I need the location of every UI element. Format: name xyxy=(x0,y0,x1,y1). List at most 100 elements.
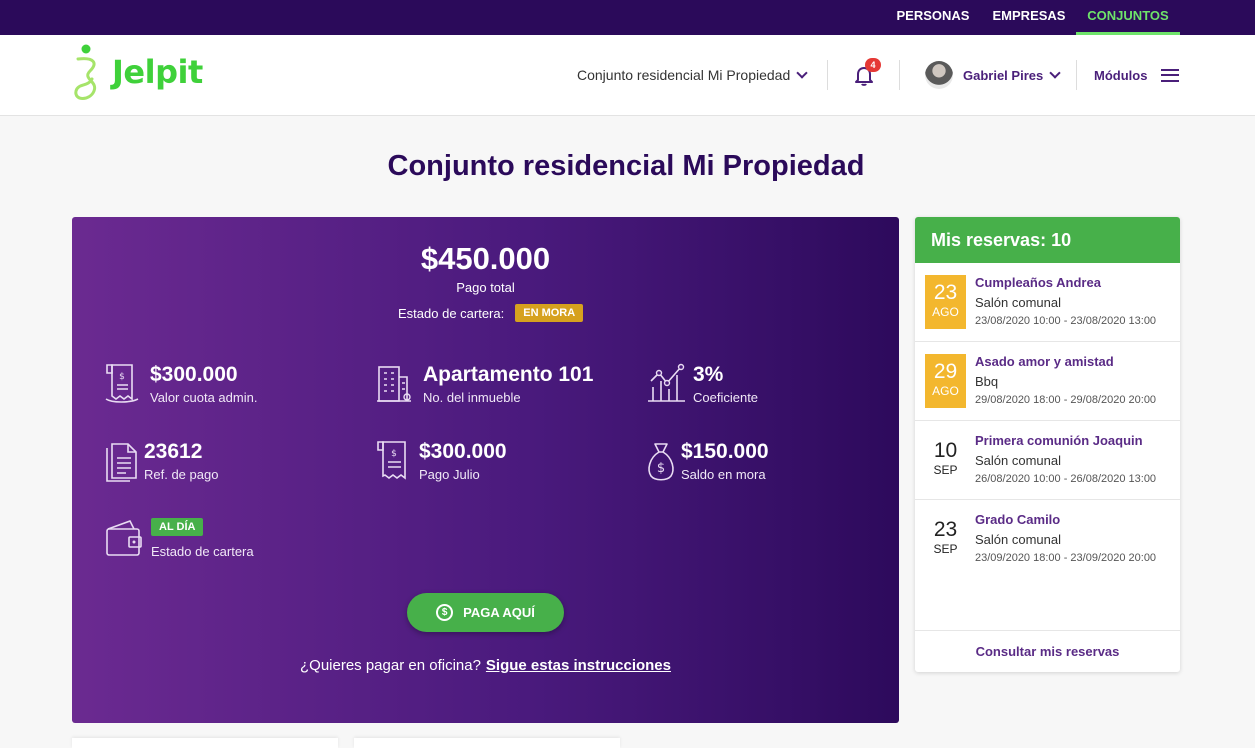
stat-estado-cartera: AL DÍA Estado de cartera xyxy=(104,517,254,559)
cuota-value: $300.000 xyxy=(150,363,238,386)
jelpit-logo-icon xyxy=(74,44,97,100)
stat-ref: 23612 Ref. de pago xyxy=(104,440,218,482)
estado-cartera-label: Estado de cartera xyxy=(151,544,254,559)
money-bag-icon: $ xyxy=(648,443,674,481)
inmueble-label: No. del inmueble xyxy=(423,390,521,405)
reservation-place: Salón comunal xyxy=(975,532,1061,547)
svg-text:$: $ xyxy=(391,449,397,459)
header: Jelpit Conjunto residencial Mi Propiedad… xyxy=(0,35,1255,116)
list-item[interactable]: 23 AGO Cumpleaños Andrea Salón comunal 2… xyxy=(915,263,1180,342)
receipt-icon: $ xyxy=(377,441,406,480)
pay-button-label: PAGA AQUÍ xyxy=(463,605,535,620)
total-amount: $450.000 xyxy=(420,241,551,276)
pago-mes-label: Pago Julio xyxy=(419,467,480,482)
modules-menu[interactable]: Módulos xyxy=(1094,35,1180,115)
reservation-time: 23/09/2020 18:00 - 23/09/2020 20:00 xyxy=(975,552,1157,564)
date-day: 23 xyxy=(933,281,958,304)
date-day: 23 xyxy=(933,518,958,541)
tab-conjuntos[interactable]: CONJUNTOS xyxy=(1076,0,1180,35)
reservations-card: Mis reservas: 10 23 AGO Cumpleaños Andre… xyxy=(915,217,1180,672)
reservation-title: Asado amor y amistad xyxy=(975,354,1114,369)
chevron-down-icon xyxy=(796,66,808,79)
notification-count-badge: 4 xyxy=(865,58,881,72)
stat-pago-mes: $ $300.000 Pago Julio xyxy=(375,440,507,482)
reservation-place: Bbq xyxy=(975,374,999,389)
status-badge-al-dia: AL DÍA xyxy=(151,518,204,536)
list-item[interactable]: 29 AGO Asado amor y amistad Bbq 29/08/20… xyxy=(915,342,1180,421)
avatar xyxy=(925,61,953,89)
jelpit-logo[interactable]: Jelpit xyxy=(72,43,203,103)
date-month: AGO xyxy=(932,384,959,398)
divider xyxy=(1076,60,1077,90)
svg-text:$: $ xyxy=(657,461,665,476)
top-nav-bar: PERSONAS EMPRESAS CONJUNTOS xyxy=(0,0,1255,35)
stat-cuota: $ $300.000 Valor cuota admin. xyxy=(104,363,257,405)
chart-growth-icon xyxy=(648,363,685,402)
notifications-button[interactable]: 4 xyxy=(853,35,881,115)
divider xyxy=(827,60,828,90)
ref-value: 23612 xyxy=(144,440,203,463)
date-badge: 29 AGO xyxy=(925,354,966,408)
card-below xyxy=(354,738,620,748)
date-month: SEP xyxy=(933,542,958,556)
date-month: SEP xyxy=(933,463,958,477)
date-month: AGO xyxy=(932,305,959,319)
office-question: ¿Quieres pagar en oficina? xyxy=(299,657,481,674)
date-badge: 10 SEP xyxy=(925,433,966,487)
user-menu[interactable]: Gabriel Pires xyxy=(925,35,1061,115)
card-below xyxy=(72,738,338,748)
reservation-place: Salón comunal xyxy=(975,295,1061,310)
view-reservations-link[interactable]: Consultar mis reservas xyxy=(915,630,1180,672)
saldo-mora-label: Saldo en mora xyxy=(681,467,766,482)
total-label: Pago total xyxy=(456,280,515,295)
reservation-title: Primera comunión Joaquin xyxy=(975,433,1143,448)
logo-text: Jelpit xyxy=(112,53,203,91)
property-selector[interactable]: Conjunto residencial Mi Propiedad xyxy=(577,35,808,115)
coeficiente-label: Coeficiente xyxy=(693,390,759,405)
coeficiente-value: 3% xyxy=(693,363,724,386)
pago-mes-value: $300.000 xyxy=(419,440,507,463)
divider xyxy=(899,60,900,90)
stat-inmueble: Apartamento 101 No. del inmueble xyxy=(375,363,593,405)
building-icon xyxy=(377,366,411,402)
svg-text:$: $ xyxy=(119,372,125,382)
ref-label: Ref. de pago xyxy=(144,467,219,482)
payment-summary-card: $450.000 Pago total Estado de cartera: E… xyxy=(72,217,899,723)
modules-label: Módulos xyxy=(1094,67,1148,83)
document-icon xyxy=(106,443,137,482)
stat-coeficiente: 3% Coeficiente xyxy=(645,363,758,405)
reservation-title: Grado Camilo xyxy=(975,512,1061,527)
office-payment-text: ¿Quieres pagar en oficina? Sigue estas in… xyxy=(72,657,899,674)
pay-here-button[interactable]: $ PAGA AQUÍ xyxy=(407,593,564,632)
office-instructions-link[interactable]: Sigue estas instrucciones xyxy=(486,657,671,674)
reservation-title: Cumpleaños Andrea xyxy=(975,275,1101,290)
page-title: Conjunto residencial Mi Propiedad xyxy=(387,150,865,182)
hamburger-icon xyxy=(1161,68,1180,82)
tab-empresas[interactable]: EMPRESAS xyxy=(985,0,1073,35)
reservation-time: 29/08/2020 18:00 - 29/08/2020 20:00 xyxy=(975,394,1157,406)
stat-saldo-mora: $ $150.000 Saldo en mora xyxy=(645,440,769,482)
inmueble-value: Apartamento 101 xyxy=(423,363,594,386)
date-badge: 23 AGO xyxy=(925,275,966,329)
list-item[interactable]: 10 SEP Primera comunión Joaquin Salón co… xyxy=(915,421,1180,500)
saldo-mora-value: $150.000 xyxy=(681,440,769,463)
list-item[interactable]: 23 SEP Grado Camilo Salón comunal 23/09/… xyxy=(915,500,1180,579)
dollar-coin-icon: $ xyxy=(436,604,454,621)
reservations-title: Mis reservas: 10 xyxy=(915,217,1180,263)
reservation-time: 26/08/2020 10:00 - 26/08/2020 13:00 xyxy=(975,473,1157,485)
user-name: Gabriel Pires xyxy=(963,67,1044,83)
estado-row: Estado de cartera: EN MORA xyxy=(398,304,584,322)
date-day: 29 xyxy=(933,360,958,383)
date-badge: 23 SEP xyxy=(925,512,966,566)
cuota-label: Valor cuota admin. xyxy=(150,390,258,405)
date-day: 10 xyxy=(933,439,958,462)
reservation-time: 23/08/2020 10:00 - 23/08/2020 13:00 xyxy=(975,315,1157,327)
reservation-place: Salón comunal xyxy=(975,453,1061,468)
estado-label: Estado de cartera: xyxy=(398,305,505,321)
status-badge-mora: EN MORA xyxy=(515,304,584,322)
invoice-icon: $ xyxy=(105,364,139,403)
chevron-down-icon xyxy=(1049,66,1061,79)
wallet-icon xyxy=(106,520,142,556)
tab-personas[interactable]: PERSONAS xyxy=(889,0,977,35)
property-selector-label: Conjunto residencial Mi Propiedad xyxy=(577,67,791,83)
